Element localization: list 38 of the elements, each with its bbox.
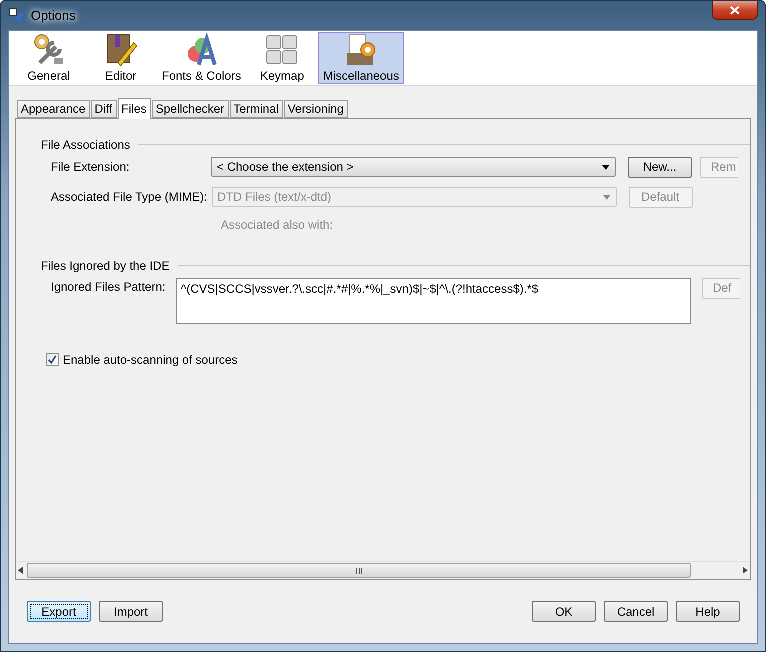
tab[interactable]: Spellchecker [152,100,229,118]
extension-dropdown[interactable]: < Choose the extension > [211,157,616,178]
check-icon [48,355,57,364]
dropdown-arrow-icon [602,164,610,170]
dialog-button[interactable]: Import [99,601,163,622]
scroll-right-icon [743,567,748,574]
field-label: Ignored Files Pattern: [50,278,167,294]
window-title: Options [31,8,76,23]
dropdown-arrow-icon [602,194,610,200]
folder-gear-icon [344,33,378,67]
new-button[interactable]: New... [628,156,692,178]
dialog-button[interactable]: Export [27,601,91,622]
tab[interactable]: Files [118,98,151,119]
dialog-button[interactable]: OK [532,601,596,622]
category-button[interactable]: General [13,32,85,84]
dialog-button[interactable]: Help [676,601,740,622]
category-button[interactable]: Fonts & Colors [157,32,246,84]
field-label: File Extension: [50,160,131,174]
section-heading: Files Ignored by the IDE [41,258,170,273]
scroll-left-icon [18,567,23,574]
section-heading: File Associations [41,138,130,152]
close-button[interactable] [712,1,758,20]
category-button[interactable]: Miscellaneous [318,32,404,84]
checkbox-label: Enable auto-scanning of sources [63,352,238,367]
tab[interactable]: Terminal [230,100,283,118]
grip-icon [356,568,362,574]
tab[interactable]: Appearance [17,100,90,118]
category-button[interactable]: Keymap [246,32,318,84]
hint-text: Associated also with: [221,218,334,232]
horizontal-scrollbar[interactable] [16,561,750,580]
category-button[interactable]: Editor [85,32,157,84]
checkbox[interactable] [46,353,59,366]
dialog-button[interactable]: Cancel [604,601,668,622]
close-icon [730,6,740,14]
field-label: Associated File Type (MIME): [50,190,208,204]
tab[interactable]: Versioning [284,100,348,118]
pattern-field[interactable]: ^(CVS|SCCS|vssver.?\.scc|#.*#|%.*%|_svn)$|~$|^\.(?!htaccess$).*$ [176,278,691,324]
tab[interactable]: Diff [90,100,117,118]
